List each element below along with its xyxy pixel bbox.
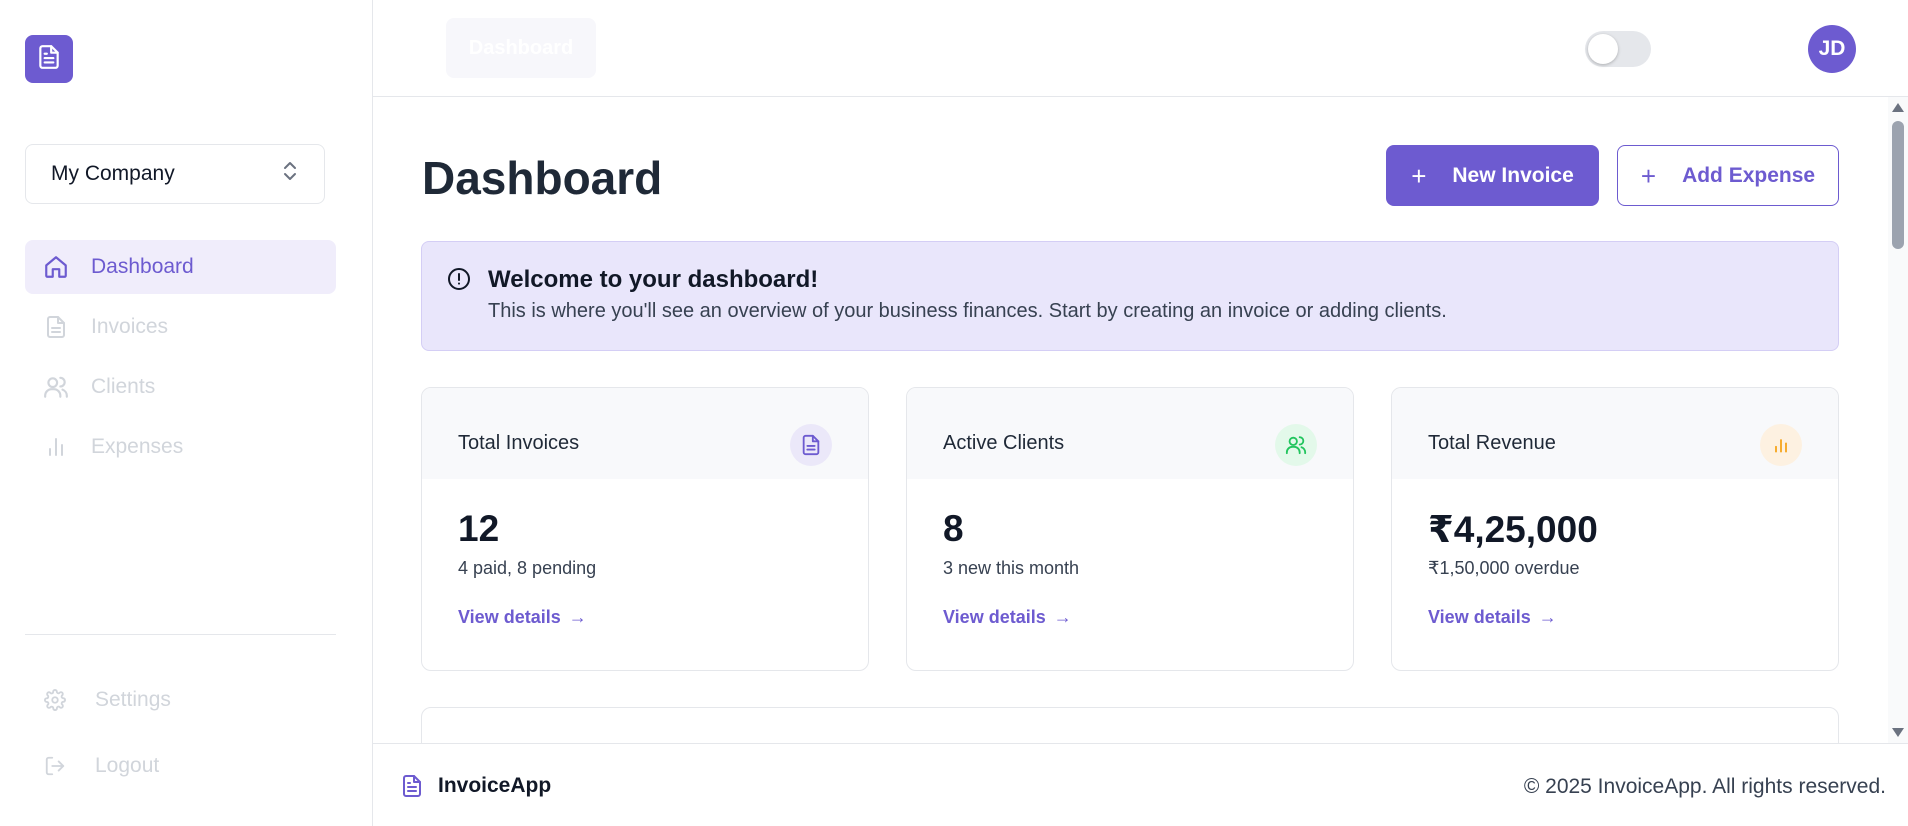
card-title: Active Clients bbox=[943, 432, 1065, 454]
card-subtext: 4 paid, 8 pending bbox=[458, 558, 597, 578]
footer-copyright: © 2025 InvoiceApp. All rights reserved. bbox=[1523, 775, 1886, 798]
card-subtext: ₹1,50,000 overdue bbox=[1428, 558, 1580, 578]
theme-toggle[interactable] bbox=[1585, 31, 1651, 67]
arrow-right-icon: → bbox=[568, 607, 587, 627]
main-content: Dashboard + New Invoice + Add Expense We… bbox=[373, 97, 1888, 743]
home-icon bbox=[43, 254, 69, 280]
view-details-link[interactable]: View details → bbox=[943, 607, 1072, 628]
alert-circle-icon bbox=[447, 267, 471, 291]
app-logo[interactable] bbox=[25, 35, 73, 83]
users-icon bbox=[1275, 424, 1317, 466]
avatar[interactable]: JD bbox=[1808, 25, 1856, 73]
sidebar-item-label: Expenses bbox=[91, 435, 184, 458]
view-details-label: View details bbox=[458, 607, 561, 627]
view-details-link[interactable]: View details → bbox=[1428, 607, 1557, 628]
plus-icon: + bbox=[1640, 160, 1657, 191]
add-expense-label: Add Expense bbox=[1682, 163, 1816, 187]
card-header: Total Revenue bbox=[1392, 388, 1838, 479]
sidebar-bottom-nav: Settings Logout bbox=[25, 670, 336, 802]
chevron-up-down-icon bbox=[281, 160, 299, 188]
plus-icon: + bbox=[1411, 160, 1427, 191]
logout-label: Logout bbox=[95, 754, 160, 777]
main-scrollbar[interactable] bbox=[1888, 97, 1908, 743]
card-value: 12 bbox=[458, 508, 500, 549]
top-header: Dashboard JD bbox=[373, 0, 1908, 97]
footer-brand[interactable]: InvoiceApp bbox=[400, 772, 551, 800]
view-details-label: View details bbox=[1428, 607, 1531, 627]
sidebar-nav: Dashboard Invoices Clients Expenses bbox=[25, 240, 336, 480]
toggle-knob bbox=[1588, 34, 1618, 64]
sidebar-item-clients[interactable]: Clients bbox=[25, 360, 336, 414]
card-title: Total Invoices bbox=[458, 432, 580, 454]
card-value: ₹4,25,000 bbox=[1428, 509, 1598, 550]
scroll-thumb[interactable] bbox=[1892, 121, 1904, 249]
new-invoice-label: New Invoice bbox=[1452, 163, 1574, 187]
company-name: My Company bbox=[51, 162, 175, 185]
sidebar: My Company Dashboard Invoices Clients Ex… bbox=[0, 0, 373, 826]
file-icon bbox=[790, 424, 832, 466]
logout-link[interactable]: Logout bbox=[25, 736, 336, 796]
recent-activity-card bbox=[421, 707, 1839, 743]
welcome-alert: Welcome to your dashboard! This is where… bbox=[421, 241, 1839, 351]
card-header: Active Clients bbox=[907, 388, 1353, 479]
new-invoice-button[interactable]: + New Invoice bbox=[1386, 145, 1599, 206]
sidebar-item-invoices[interactable]: Invoices bbox=[25, 300, 336, 354]
card-subtext: 3 new this month bbox=[943, 558, 1080, 578]
arrow-right-icon: → bbox=[1053, 607, 1072, 627]
view-details-label: View details bbox=[943, 607, 1046, 627]
bar-chart-icon bbox=[43, 434, 69, 460]
alert-title: Welcome to your dashboard! bbox=[488, 266, 819, 293]
stat-card-total-revenue: Total Revenue ₹4,25,000 ₹1,50,000 overdu… bbox=[1391, 387, 1839, 671]
footer: InvoiceApp © 2025 InvoiceApp. All rights… bbox=[373, 743, 1908, 826]
document-icon bbox=[36, 44, 62, 75]
page-title: Dashboard bbox=[422, 152, 663, 204]
sidebar-divider bbox=[25, 634, 336, 635]
card-value: 8 bbox=[943, 508, 964, 549]
settings-label: Settings bbox=[95, 688, 171, 711]
view-details-link[interactable]: View details → bbox=[458, 607, 587, 628]
stat-card-active-clients: Active Clients 8 3 new this month View d… bbox=[906, 387, 1354, 671]
sidebar-item-dashboard[interactable]: Dashboard bbox=[25, 240, 336, 294]
card-title: Total Revenue bbox=[1428, 432, 1556, 454]
footer-brand-name: InvoiceApp bbox=[438, 774, 552, 797]
company-select[interactable]: My Company bbox=[25, 144, 325, 204]
gear-icon bbox=[43, 688, 67, 712]
sidebar-item-label: Invoices bbox=[91, 315, 169, 338]
sidebar-item-label: Clients bbox=[91, 375, 156, 398]
document-icon bbox=[400, 772, 424, 800]
alert-text: This is where you'll see an overview of … bbox=[488, 300, 1447, 322]
header-tab-dashboard[interactable]: Dashboard bbox=[446, 18, 596, 78]
add-expense-button[interactable]: + Add Expense bbox=[1617, 145, 1839, 206]
sidebar-item-expenses[interactable]: Expenses bbox=[25, 420, 336, 474]
card-header: Total Invoices bbox=[422, 388, 868, 479]
settings-link[interactable]: Settings bbox=[25, 670, 336, 730]
arrow-right-icon: → bbox=[1538, 607, 1557, 627]
sidebar-item-label: Dashboard bbox=[91, 255, 194, 278]
stat-card-total-invoices: Total Invoices 12 4 paid, 8 pending View… bbox=[421, 387, 869, 671]
logout-icon bbox=[43, 754, 67, 778]
users-icon bbox=[43, 374, 69, 400]
scroll-down-arrow-icon[interactable] bbox=[1892, 728, 1904, 737]
bar-chart-icon bbox=[1760, 424, 1802, 466]
scroll-up-arrow-icon[interactable] bbox=[1892, 103, 1904, 112]
file-icon bbox=[43, 314, 69, 340]
